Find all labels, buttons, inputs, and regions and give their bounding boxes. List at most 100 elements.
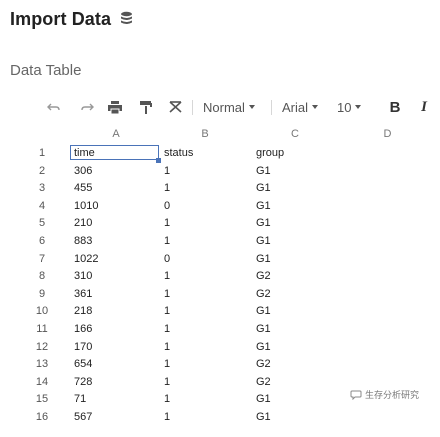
cell-c[interactable]: G2 — [256, 268, 271, 285]
column-header-c[interactable]: C — [250, 126, 340, 143]
undo-icon[interactable] — [45, 94, 63, 120]
cell-c[interactable]: G1 — [256, 198, 271, 215]
table-row: 12 170 1 G1 — [0, 339, 440, 356]
cell-b[interactable]: 1 — [164, 163, 170, 180]
table-row: 11 166 1 G1 — [0, 321, 440, 338]
font-size-label: 10 — [337, 99, 352, 115]
cell-a[interactable]: 210 — [74, 215, 92, 232]
toolbar: Normal Arial 10 B I — [0, 94, 440, 120]
table-row: 8 310 1 G2 — [0, 268, 440, 285]
cell-c[interactable]: G1 — [256, 391, 271, 408]
paint-format-icon[interactable] — [137, 94, 155, 120]
bold-button[interactable]: B — [386, 94, 404, 120]
row-number[interactable]: 3 — [22, 180, 62, 197]
fill-handle[interactable] — [156, 158, 161, 163]
cell-a[interactable]: 361 — [74, 286, 92, 303]
cell-c[interactable]: G2 — [256, 286, 271, 303]
cell-b[interactable]: 1 — [164, 339, 170, 356]
cell-b[interactable]: 1 — [164, 180, 170, 197]
page-title: Import Data — [10, 8, 112, 29]
font-size-dropdown[interactable]: 10 — [337, 94, 362, 120]
row-number[interactable]: 9 — [22, 286, 62, 303]
chevron-down-icon — [248, 105, 255, 109]
row-number[interactable]: 16 — [22, 409, 62, 426]
cell-a[interactable]: 654 — [74, 356, 92, 373]
table-row: 4 1010 0 G1 — [0, 198, 440, 215]
cell-c[interactable]: G1 — [256, 180, 271, 197]
chevron-down-icon — [312, 105, 319, 109]
cell-c[interactable]: G2 — [256, 374, 271, 391]
cell-c[interactable]: group — [256, 145, 284, 162]
row-number[interactable]: 7 — [22, 251, 62, 268]
row-number[interactable]: 2 — [22, 163, 62, 180]
row-number[interactable]: 1 — [22, 145, 62, 162]
cell-a[interactable]: 883 — [74, 233, 92, 250]
cell-b[interactable]: 1 — [164, 286, 170, 303]
row-number[interactable]: 10 — [22, 303, 62, 320]
table-row: 9 361 1 G2 — [0, 286, 440, 303]
cell-b[interactable]: 1 — [164, 303, 170, 320]
column-header-a[interactable]: A — [74, 126, 158, 143]
row-number[interactable]: 5 — [22, 215, 62, 232]
font-dropdown[interactable]: Arial — [282, 94, 319, 120]
table-row: 3 455 1 G1 — [0, 180, 440, 197]
cell-a[interactable]: 567 — [74, 409, 92, 426]
cell-a[interactable]: 728 — [74, 374, 92, 391]
table-row: 2 306 1 G1 — [0, 163, 440, 180]
row-number[interactable]: 6 — [22, 233, 62, 250]
cell-b[interactable]: 1 — [164, 215, 170, 232]
clear-format-icon[interactable] — [166, 94, 184, 120]
table-row: 7 1022 0 G1 — [0, 251, 440, 268]
row-number[interactable]: 12 — [22, 339, 62, 356]
cell-a[interactable]: 218 — [74, 303, 92, 320]
cell-c[interactable]: G1 — [256, 409, 271, 426]
cell-c[interactable]: G1 — [256, 303, 271, 320]
cell-b[interactable]: 1 — [164, 321, 170, 338]
section-title: Data Table — [10, 62, 82, 79]
row-number[interactable]: 4 — [22, 198, 62, 215]
cell-b[interactable]: 1 — [164, 409, 170, 426]
cell-c[interactable]: G1 — [256, 163, 271, 180]
table-row: 6 883 1 G1 — [0, 233, 440, 250]
row-number[interactable]: 15 — [22, 391, 62, 408]
cell-b[interactable]: 1 — [164, 391, 170, 408]
row-number[interactable]: 13 — [22, 356, 62, 373]
cell-a[interactable]: 310 — [74, 268, 92, 285]
cell-b[interactable]: 1 — [164, 268, 170, 285]
print-icon[interactable] — [106, 94, 124, 120]
redo-icon[interactable] — [78, 94, 96, 120]
cell-b[interactable]: 0 — [164, 198, 170, 215]
cell-c[interactable]: G1 — [256, 215, 271, 232]
cell-c[interactable]: G1 — [256, 233, 271, 250]
cell-b[interactable]: 1 — [164, 374, 170, 391]
database-icon[interactable] — [120, 11, 133, 27]
cell-c[interactable]: G1 — [256, 321, 271, 338]
cell-b[interactable]: 1 — [164, 356, 170, 373]
cell-c[interactable]: G1 — [256, 251, 271, 268]
italic-button[interactable]: I — [416, 94, 432, 120]
cell-a[interactable]: 166 — [74, 321, 92, 338]
cell-a[interactable]: 170 — [74, 339, 92, 356]
cell-a[interactable]: 306 — [74, 163, 92, 180]
cell-b[interactable]: 0 — [164, 251, 170, 268]
cell-a[interactable]: 71 — [74, 391, 86, 408]
title-row: Import Data — [10, 6, 133, 32]
row-number[interactable]: 11 — [22, 321, 62, 338]
selected-cell[interactable] — [70, 145, 159, 160]
row-number[interactable]: 14 — [22, 374, 62, 391]
row-number[interactable]: 8 — [22, 268, 62, 285]
cell-b[interactable]: 1 — [164, 233, 170, 250]
cell-a[interactable]: 1010 — [74, 198, 98, 215]
cell-b[interactable]: status — [164, 145, 193, 162]
font-label: Arial — [282, 99, 309, 115]
watermark-text: 生存分析研究 — [365, 390, 420, 400]
cell-a[interactable]: 455 — [74, 180, 92, 197]
cell-a[interactable]: 1022 — [74, 251, 98, 268]
cell-c[interactable]: G1 — [256, 339, 271, 356]
cell-c[interactable]: G2 — [256, 356, 271, 373]
column-header-b[interactable]: B — [164, 126, 246, 143]
chevron-down-icon — [355, 105, 362, 109]
table-row: 1 time status group — [0, 145, 440, 162]
style-dropdown[interactable]: Normal — [203, 94, 255, 120]
column-header-d[interactable]: D — [345, 126, 430, 143]
